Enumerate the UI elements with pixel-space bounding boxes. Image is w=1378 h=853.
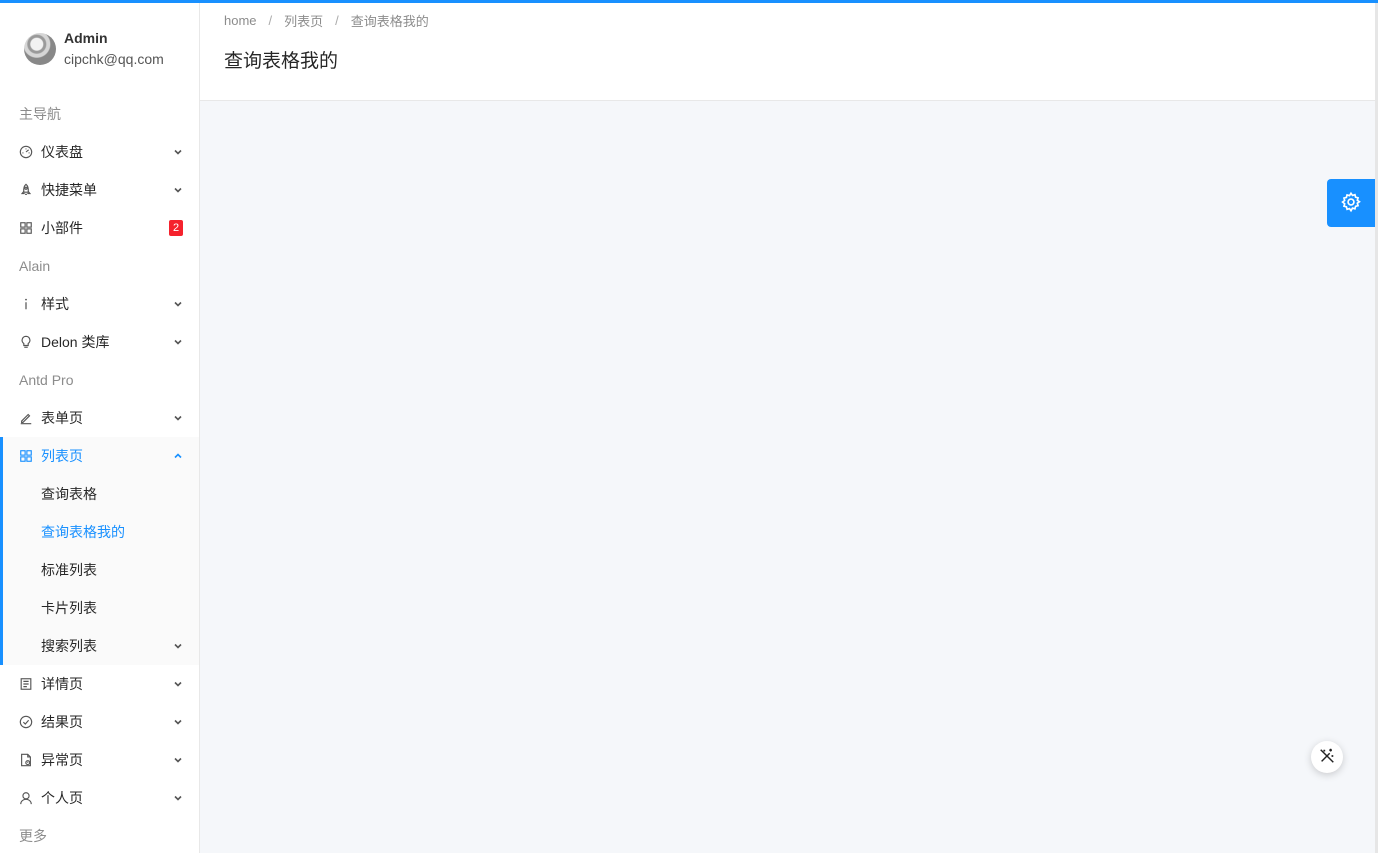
- sidebar-item-label: 样式: [41, 296, 69, 312]
- nav-group-more: 更多: [19, 828, 47, 844]
- sidebar-item-style[interactable]: 样式: [0, 285, 199, 323]
- bulb-icon: [19, 335, 33, 349]
- top-progress-bar: [0, 0, 1378, 3]
- check-circle-icon: [19, 715, 33, 729]
- avatar[interactable]: [24, 33, 56, 65]
- sidebar-item-profile[interactable]: 个人页: [0, 779, 199, 817]
- breadcrumb-current: 查询表格我的: [350, 13, 429, 29]
- chevron-down-icon: [173, 413, 183, 423]
- rocket-icon: [19, 183, 33, 197]
- appstore-icon: [19, 449, 33, 463]
- info-icon: [19, 297, 33, 311]
- content-area: [200, 101, 1378, 853]
- page-title: 查询表格我的: [224, 51, 339, 72]
- user-panel[interactable]: Admin cipchk@qq.com: [0, 3, 199, 95]
- sidebar-item-label: 快捷菜单: [41, 182, 97, 198]
- magic-wand-icon: [1318, 747, 1336, 768]
- sidebar-item-result[interactable]: 结果页: [0, 703, 199, 741]
- sidebar-item-label: 小部件: [41, 220, 83, 236]
- profile-icon: [19, 677, 33, 691]
- sidebar-item-label: 个人页: [41, 790, 83, 806]
- sidebar-subitem-standard-list[interactable]: 标准列表: [3, 551, 199, 589]
- sidebar-item-label: 结果页: [41, 714, 83, 730]
- breadcrumb-separator: /: [268, 12, 273, 28]
- sidebar-item-label: 仪表盘: [41, 144, 83, 160]
- sidebar-subitem-query-table[interactable]: 查询表格: [3, 475, 199, 513]
- notification-badge: 2: [169, 220, 183, 236]
- sidebar-subitem-search-list[interactable]: 搜索列表: [3, 627, 199, 665]
- chevron-down-icon: [173, 185, 183, 195]
- appstore-icon: [19, 221, 33, 235]
- sidebar-item-label: Delon 类库: [41, 334, 110, 350]
- breadcrumb-separator: /: [335, 12, 339, 28]
- breadcrumb: home / 列表页 / 查询表格我的: [224, 3, 1378, 29]
- settings-drawer-button[interactable]: [1327, 179, 1375, 227]
- sidebar-item-detail[interactable]: 详情页: [0, 665, 199, 703]
- sidebar-item-widgets[interactable]: 小部件 2: [0, 209, 199, 247]
- chevron-down-icon: [173, 299, 183, 309]
- sidebar-item-shortcut[interactable]: 快捷菜单: [0, 171, 199, 209]
- nav-group-antd: Antd Pro: [19, 372, 74, 388]
- nav-group-main: 主导航: [19, 106, 61, 122]
- file-exception-icon: [19, 753, 33, 767]
- user-name: Admin: [64, 30, 108, 46]
- breadcrumb-home[interactable]: home: [224, 13, 257, 28]
- sidebar-item-label: 异常页: [41, 752, 83, 768]
- sidebar-subitem-card-list[interactable]: 卡片列表: [3, 589, 199, 627]
- sidebar-item-dashboard[interactable]: 仪表盘: [0, 133, 199, 171]
- sidebar-item-form[interactable]: 表单页: [0, 399, 199, 437]
- chevron-down-icon: [173, 641, 183, 651]
- sidebar: Admin cipchk@qq.com 主导航 仪表盘 快捷菜单 小部件 2 A…: [0, 3, 200, 853]
- sidebar-item-exception[interactable]: 异常页: [0, 741, 199, 779]
- main-area: home / 列表页 / 查询表格我的 查询表格我的: [200, 3, 1378, 853]
- user-email: cipchk@qq.com: [64, 51, 164, 67]
- chevron-down-icon: [173, 679, 183, 689]
- chevron-down-icon: [173, 755, 183, 765]
- chevron-up-icon: [173, 451, 183, 461]
- breadcrumb-level1[interactable]: 列表页: [284, 11, 323, 30]
- page-header: home / 列表页 / 查询表格我的 查询表格我的: [200, 3, 1378, 101]
- sidebar-item-delon[interactable]: Delon 类库: [0, 323, 199, 361]
- dashboard-icon: [19, 145, 33, 159]
- sidebar-item-label: 列表页: [41, 448, 83, 464]
- sidebar-item-list[interactable]: 列表页: [3, 437, 199, 475]
- sidebar-submenu-list: 列表页 查询表格 查询表格我的 标准列表 卡片列表 搜索列表: [0, 437, 199, 665]
- theme-toggle-button[interactable]: [1311, 741, 1343, 773]
- chevron-down-icon: [173, 793, 183, 803]
- sidebar-subitem-query-table-mine[interactable]: 查询表格我的: [3, 513, 199, 551]
- sidebar-item-label: 表单页: [41, 410, 83, 426]
- nav-group-alain: Alain: [19, 258, 51, 274]
- edit-icon: [19, 411, 33, 425]
- chevron-down-icon: [173, 717, 183, 727]
- chevron-down-icon: [173, 147, 183, 157]
- chevron-down-icon: [173, 337, 183, 347]
- gear-icon: [1340, 191, 1362, 216]
- user-icon: [19, 791, 33, 805]
- sidebar-item-label: 详情页: [41, 676, 83, 692]
